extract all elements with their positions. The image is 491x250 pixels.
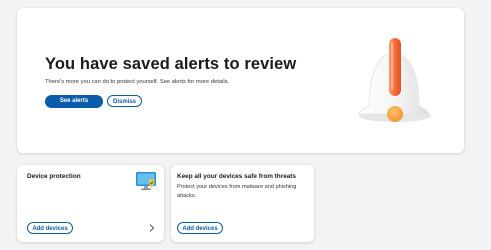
dismiss-button[interactable]: Dismiss bbox=[107, 95, 142, 107]
banner-title: You have saved alerts to review bbox=[45, 55, 297, 73]
device-shield-icon bbox=[136, 172, 156, 190]
saved-alerts-banner: You have saved alerts to review There's … bbox=[17, 8, 464, 153]
keep-devices-safe-description: Protect your devices from malware and ph… bbox=[177, 184, 297, 199]
see-alerts-button[interactable]: See alerts bbox=[45, 95, 103, 108]
chevron-right-icon[interactable] bbox=[148, 223, 155, 233]
device-protection-title: Device protection bbox=[27, 173, 81, 180]
keep-devices-safe-title: Keep all your devices safe from threats bbox=[177, 173, 296, 180]
add-devices-button[interactable]: Add devices bbox=[177, 222, 223, 234]
add-devices-button[interactable]: Add devices bbox=[27, 222, 73, 234]
device-protection-card: Device protection Add devices bbox=[17, 165, 164, 242]
bell-alert-icon bbox=[358, 38, 431, 122]
banner-description: There's more you can do to protect yours… bbox=[45, 79, 230, 85]
keep-devices-safe-card: Keep all your devices safe from threats … bbox=[171, 165, 314, 242]
